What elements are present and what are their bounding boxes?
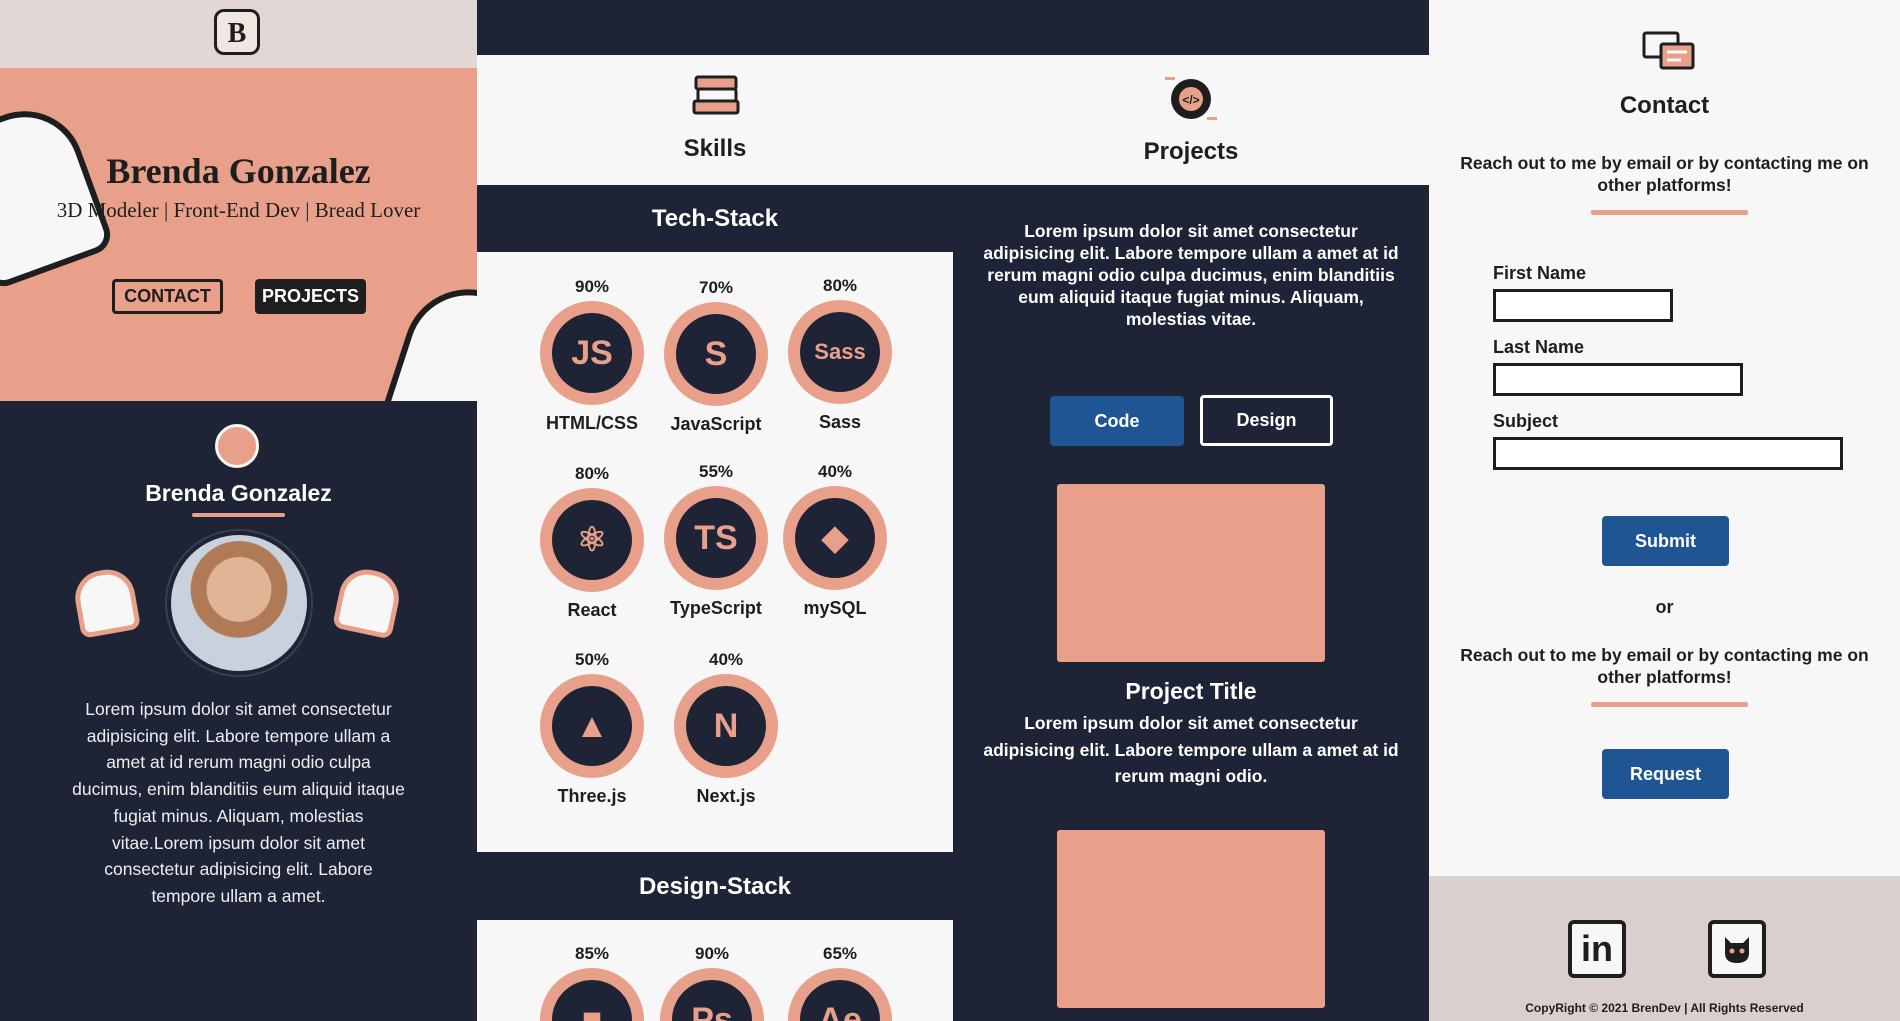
after-effects-icon: Ae (818, 1000, 862, 1021)
divider-2 (1591, 702, 1748, 707)
skill-ring: ▲ (540, 674, 644, 778)
contact-title: Contact (1619, 92, 1710, 119)
subject-field[interactable] (1493, 437, 1843, 470)
avatar (167, 531, 311, 675)
skills-header: Skills (477, 55, 953, 185)
user-icon (215, 424, 259, 468)
projects-panel: </> Projects Lorem ipsum dolor sit amet … (953, 0, 1429, 1021)
chat-icon (1642, 31, 1695, 70)
skills-title: Skills (683, 135, 747, 162)
gear-code-icon: </> (1165, 77, 1217, 120)
skill-typescript: 55% TS TypeScript (656, 462, 776, 619)
skill-ring: ■ (540, 968, 644, 1021)
tech-stack-section: 90% JS HTML/CSS 70% S JavaScript 80% Sas… (477, 252, 953, 852)
skill-threejs: 50% ▲ Three.js (532, 650, 652, 807)
hero-section (0, 68, 477, 401)
design-tool-icon: ■ (581, 1000, 603, 1021)
request-button[interactable]: Request (1602, 749, 1729, 799)
skills-panel: Skills Tech-Stack 90% JS HTML/CSS 70% S … (477, 0, 953, 1021)
first-name-label: First Name (1493, 263, 1587, 283)
name-underline (192, 513, 285, 517)
copyright: CopyRight © 2021 BrenDev | All Rights Re… (1525, 1001, 1804, 1015)
design-skill-1: 85% ■ (532, 944, 652, 1021)
or-text: or (1655, 597, 1674, 617)
first-name-field[interactable] (1493, 289, 1673, 322)
project-description: Lorem ipsum dolor sit amet consectetur a… (983, 713, 1399, 786)
submit-button[interactable]: Submit (1602, 516, 1729, 566)
skill-javascript: 70% S JavaScript (656, 278, 776, 435)
javascript-icon: S (704, 334, 728, 373)
react-icon: ⚛ (576, 521, 608, 559)
bread-decoration-left-icon (0, 94, 116, 292)
tech-stack-title: Tech-Stack (651, 205, 779, 232)
skill-ring: ⚛ (540, 488, 644, 592)
project-image-2[interactable] (1057, 830, 1325, 1008)
projects-intro: Lorem ipsum dolor sit amet consectetur a… (983, 221, 1399, 329)
skill-ring: S (664, 302, 768, 406)
hero-subtitle: 3D Modeler | Front-End Dev | Bread Lover (56, 198, 421, 222)
threejs-icon: ▲ (575, 706, 609, 745)
hero-name: Brenda Gonzalez (106, 151, 371, 191)
skill-mysql: 40% ◆ mySQL (775, 462, 895, 619)
contact-intro-2: Reach out to me by email or by contactin… (1460, 645, 1869, 687)
divider (1591, 210, 1748, 215)
project-image[interactable] (1057, 484, 1325, 662)
project-title: Project Title (1125, 678, 1257, 704)
github-cat-icon (1725, 937, 1749, 963)
skill-ring: ◆ (783, 486, 887, 590)
projects-title: Projects (1143, 138, 1239, 165)
skill-ring: Sass (788, 300, 892, 404)
typescript-icon: TS (694, 518, 738, 557)
design-stack-title: Design-Stack (638, 873, 792, 900)
design-skill-2: 90% Ps (652, 944, 772, 1021)
projects-button[interactable]: PROJECTS (255, 279, 366, 314)
last-name-field[interactable] (1493, 363, 1743, 396)
about-name: Brenda Gonzalez (145, 480, 332, 506)
github-icon[interactable] (1708, 920, 1766, 978)
logo[interactable]: B (214, 9, 260, 55)
about-text: Lorem ipsum dolor sit amet consectetur a… (72, 699, 405, 906)
footer: in (1429, 876, 1900, 1021)
subject-label: Subject (1493, 411, 1559, 431)
toast-right-icon (332, 564, 404, 640)
svg-text:</>: </> (1182, 93, 1199, 107)
toast-left-icon (70, 565, 142, 639)
tab-design[interactable]: Design (1200, 395, 1333, 446)
nextjs-icon: N (713, 706, 739, 745)
skill-ring: Ae (788, 968, 892, 1021)
contact-button[interactable]: CONTACT (112, 279, 223, 314)
html-css-icon: JS (571, 333, 613, 372)
skill-ring: TS (664, 486, 768, 590)
skill-html-css: 90% JS HTML/CSS (532, 277, 652, 434)
skill-ring: JS (540, 301, 644, 405)
skill-nextjs: 40% N Next.js (666, 650, 786, 807)
top-bar: B (0, 0, 477, 68)
contact-panel: Contact Reach out to me by email or by c… (1429, 0, 1900, 1021)
design-skill-3: 65% Ae (780, 944, 900, 1021)
books-icon (692, 75, 740, 115)
mysql-icon: ◆ (821, 519, 849, 557)
last-name-label: Last Name (1493, 337, 1585, 357)
bread-decoration-right-icon (370, 272, 477, 401)
projects-header: </> Projects (953, 55, 1429, 185)
tab-code[interactable]: Code (1050, 396, 1184, 446)
photoshop-icon: Ps (691, 1000, 733, 1021)
sass-icon: Sass (814, 339, 866, 364)
skill-react: 80% ⚛ React (532, 464, 652, 621)
skill-ring: N (674, 674, 778, 778)
about-panel: B Brenda Gonzalez 3D Modeler | Front-End… (0, 0, 477, 1021)
design-stack-section: 85% ■ 90% Ps 65% Ae (477, 920, 953, 1021)
skill-ring: Ps (660, 968, 764, 1021)
linkedin-icon[interactable]: in (1568, 920, 1626, 978)
contact-intro: Reach out to me by email or by contactin… (1460, 153, 1869, 195)
skill-sass: 80% Sass Sass (780, 276, 900, 433)
